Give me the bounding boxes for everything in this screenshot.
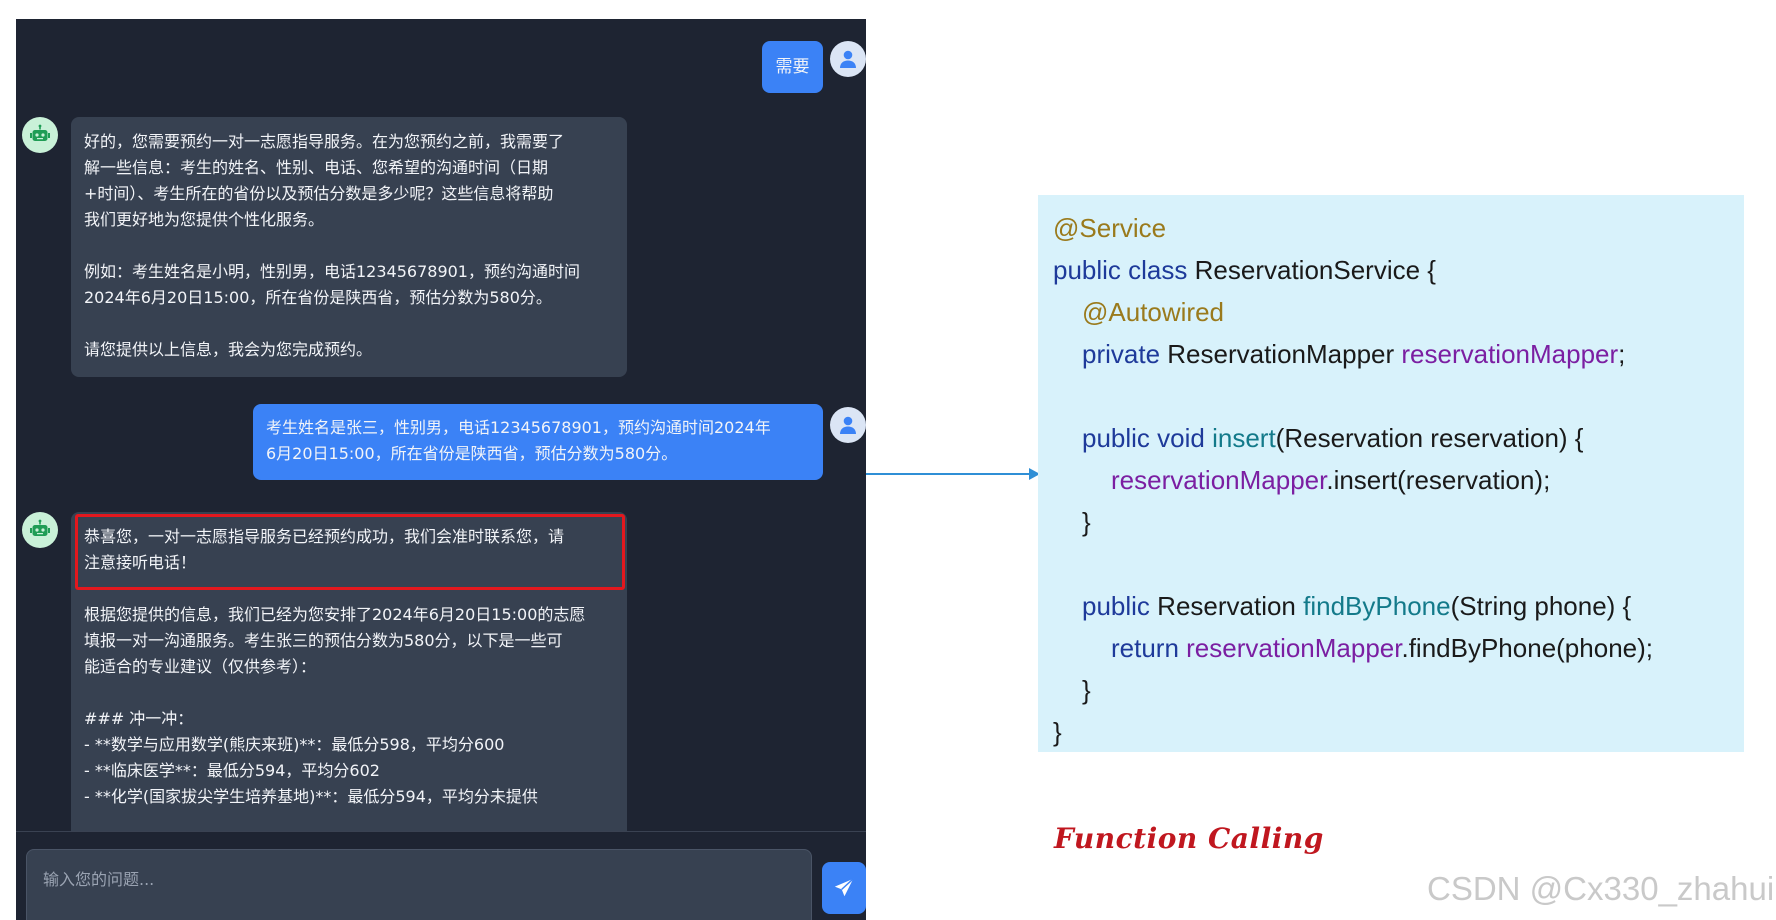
code-line: } xyxy=(1053,717,1062,747)
send-button[interactable] xyxy=(822,862,866,914)
function-calling-label: Function Calling xyxy=(1054,822,1324,855)
arrow-connector xyxy=(866,468,1040,480)
user-avatar xyxy=(830,41,866,77)
bot-message: 好的，您需要预约一对一志愿指导服务。在为您预约之前，我需要了 解一些信息：考生的… xyxy=(71,117,627,377)
robot-icon xyxy=(30,124,50,141)
code-line: reservationMapper.insert(reservation); xyxy=(1111,465,1551,495)
chat-panel: 需要 好的，您需要预约一对一志愿指导服务。在为您预约之前，我需要了 解一些信息：… xyxy=(16,19,866,920)
code-line: return reservationMapper.findByPhone(pho… xyxy=(1111,633,1653,663)
robot-icon xyxy=(30,519,50,536)
code-line: public void insert(Reservation reservati… xyxy=(1082,423,1584,453)
message-list[interactable]: 需要 好的，您需要预约一对一志愿指导服务。在为您预约之前，我需要了 解一些信息：… xyxy=(16,19,866,831)
user-icon xyxy=(840,50,856,68)
code-line: @Service xyxy=(1053,213,1167,243)
user-icon xyxy=(840,416,856,434)
question-input[interactable]: 输入您的问题... xyxy=(26,849,812,920)
message-text: 好的，您需要预约一对一志愿指导服务。在为您预约之前，我需要了 解一些信息：考生的… xyxy=(84,132,580,359)
message-text: 需要 xyxy=(775,57,810,77)
code-line: public class ReservationService { xyxy=(1053,255,1436,285)
user-avatar xyxy=(830,407,866,443)
send-icon xyxy=(834,878,854,897)
user-message: 需要 xyxy=(762,41,823,93)
code-line: @Autowired xyxy=(1082,297,1225,327)
highlight-box xyxy=(75,514,625,590)
message-text: 考生姓名是张三，性别男，电话12345678901，预约沟通时间2024年 6月… xyxy=(266,418,771,463)
code-line: private ReservationMapper reservationMap… xyxy=(1082,339,1626,369)
code-block: @Service public class ReservationService… xyxy=(1038,195,1744,752)
code-line: public Reservation findByPhone(String ph… xyxy=(1082,591,1632,621)
input-bar: 输入您的问题... xyxy=(16,831,866,920)
code-line: } xyxy=(1082,675,1091,705)
watermark: CSDN @Cx330_zhahui xyxy=(1427,870,1775,907)
bot-avatar xyxy=(22,117,58,153)
bot-avatar xyxy=(22,512,58,548)
code-line: } xyxy=(1082,507,1091,537)
input-placeholder: 输入您的问题... xyxy=(43,870,155,889)
user-message: 考生姓名是张三，性别男，电话12345678901，预约沟通时间2024年 6月… xyxy=(253,404,823,480)
message-text: 根据您提供的信息，我们已经为您安排了2024年6月20日15:00的志愿 填报一… xyxy=(84,605,586,806)
